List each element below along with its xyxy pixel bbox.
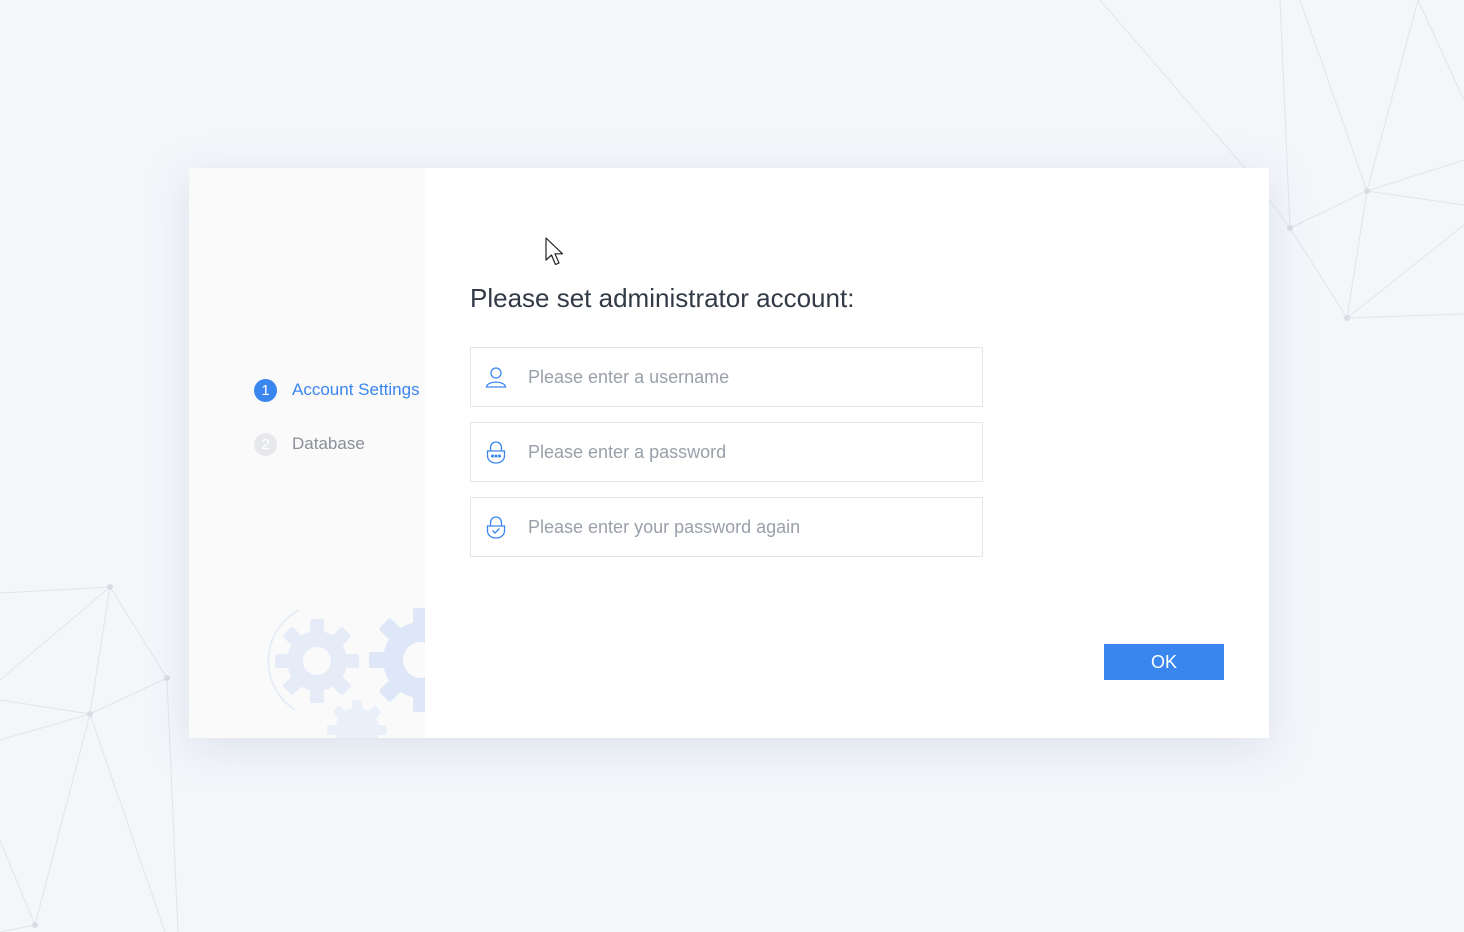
step-label: Database <box>292 434 365 453</box>
setup-dialog: 1 Account Settings 2 Database Please set… <box>189 168 1269 738</box>
ok-button[interactable]: OK <box>1104 644 1224 680</box>
password-input[interactable] <box>528 441 958 463</box>
step-database[interactable]: 2 Database <box>254 431 420 457</box>
step-number-badge: 2 <box>254 432 277 456</box>
page-title: Please set administrator account: <box>470 283 855 313</box>
confirm-password-field[interactable] <box>470 497 983 557</box>
step-number-badge: 1 <box>254 378 277 402</box>
username-input[interactable] <box>528 366 958 388</box>
lock-check-icon <box>484 515 508 539</box>
step-list: 1 Account Settings 2 Database <box>254 377 420 485</box>
step-label: Account Settings <box>292 380 420 399</box>
gears-illustration-icon <box>267 608 425 738</box>
password-field[interactable] <box>470 422 983 482</box>
username-field[interactable] <box>470 347 983 407</box>
mouse-cursor-icon <box>545 237 564 266</box>
confirm-password-input[interactable] <box>528 516 958 538</box>
step-account-settings[interactable]: 1 Account Settings <box>254 377 420 403</box>
step-sidebar: 1 Account Settings 2 Database <box>189 168 425 738</box>
user-icon <box>484 365 508 389</box>
lock-dots-icon <box>484 440 508 464</box>
